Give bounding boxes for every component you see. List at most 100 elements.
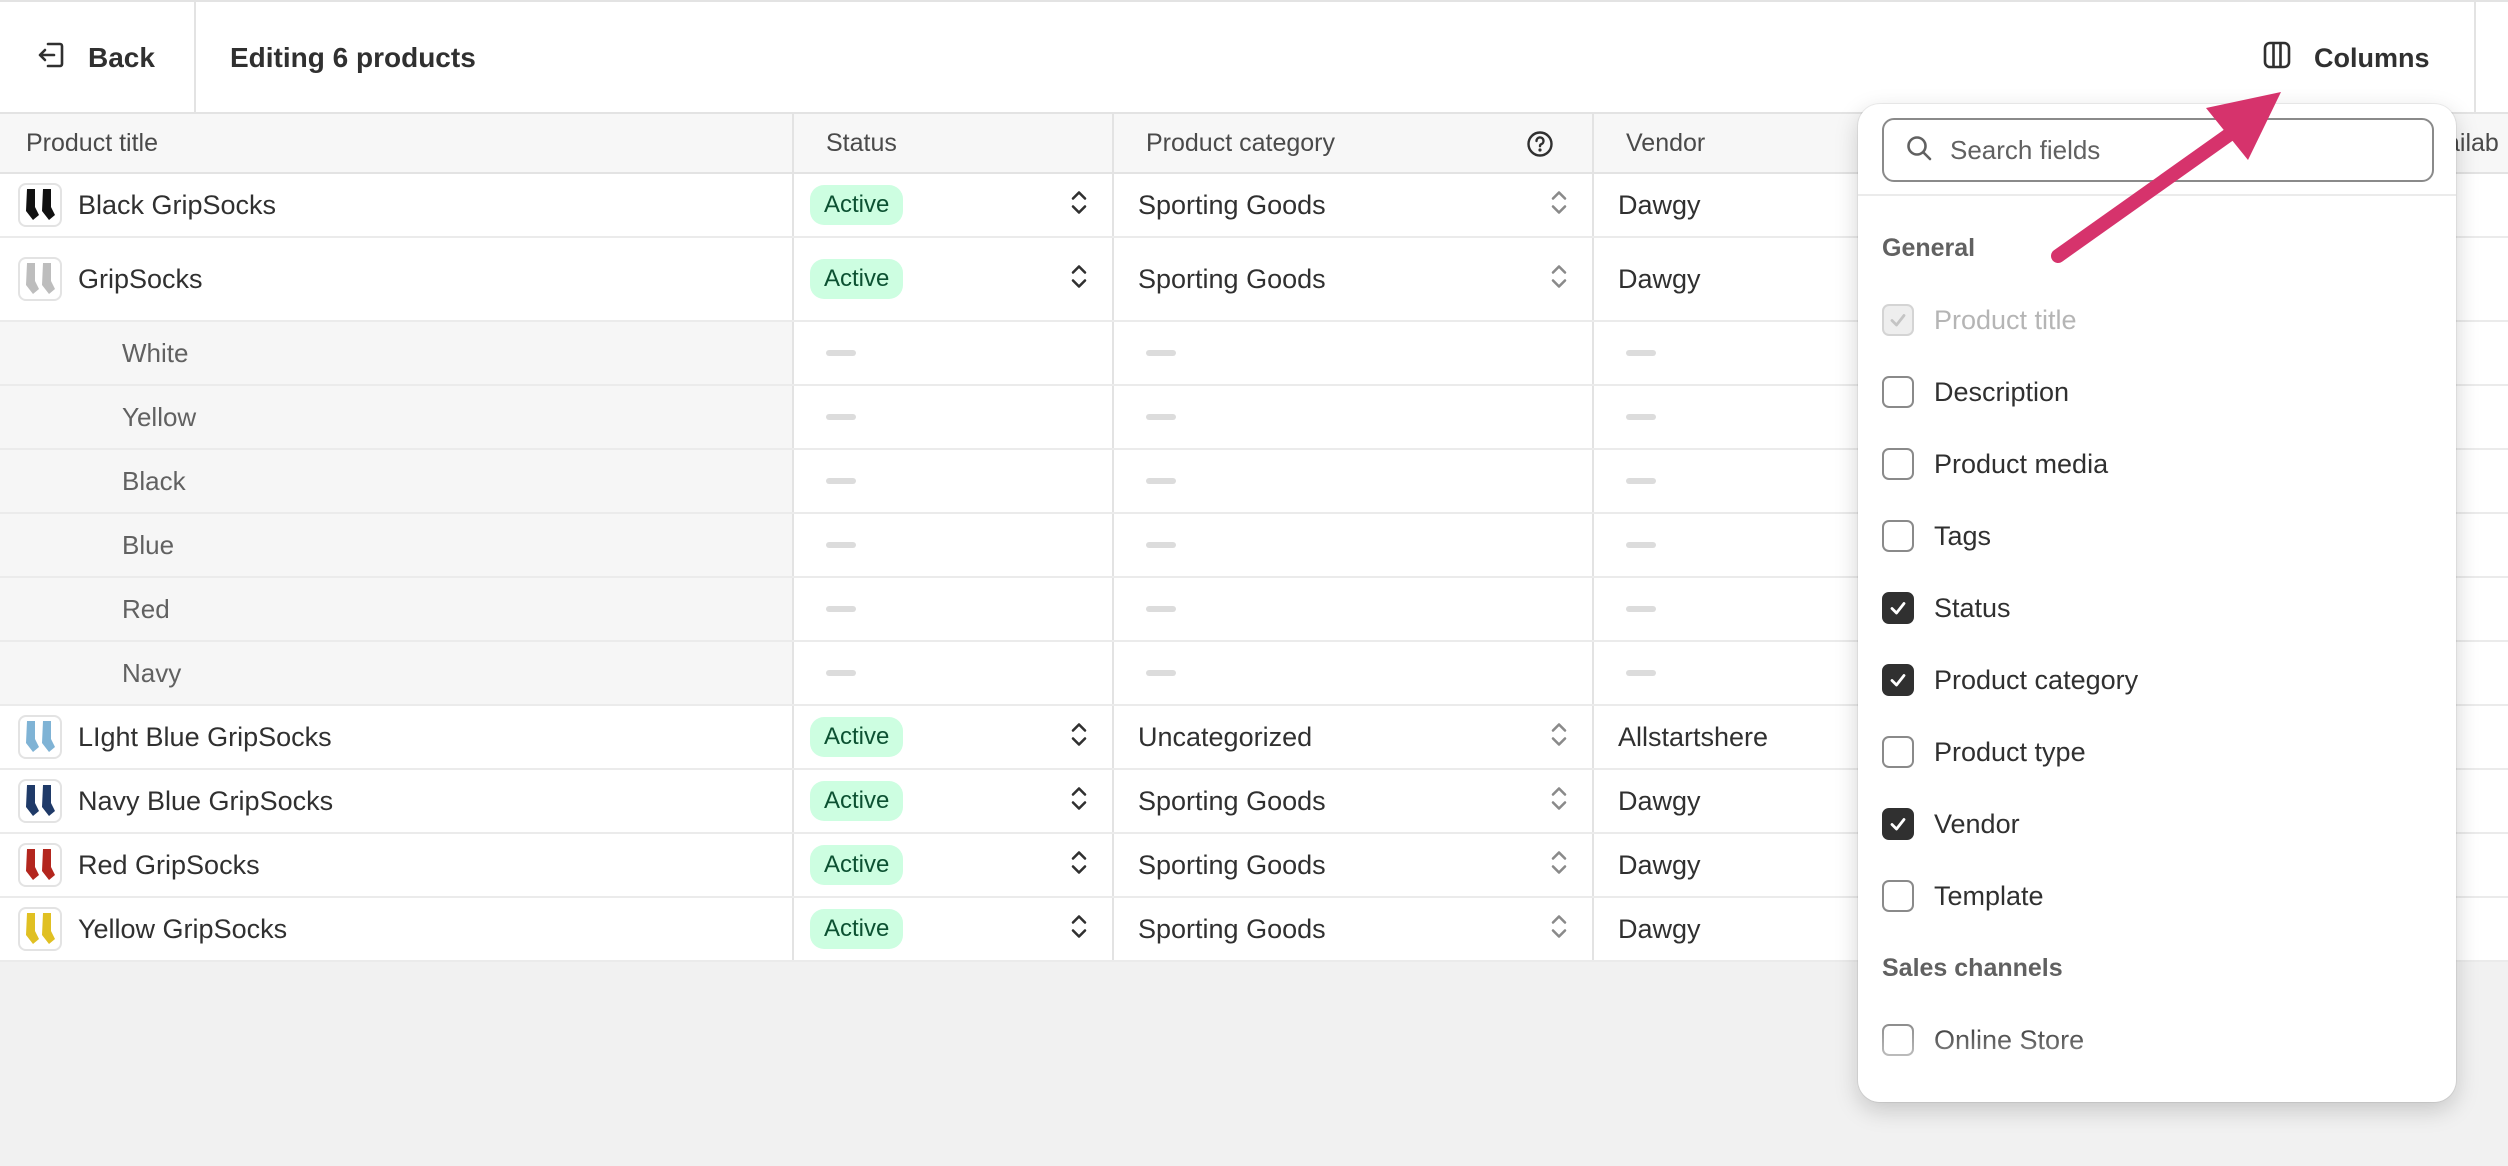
empty-dash: [1626, 606, 1656, 612]
cell-variant-title[interactable]: Black: [0, 450, 794, 512]
cell-status[interactable]: Active: [794, 770, 1114, 832]
back-button[interactable]: Back: [0, 2, 196, 114]
empty-dash: [1626, 414, 1656, 420]
cell-variant-title[interactable]: Yellow: [0, 386, 794, 448]
field-option-vendor[interactable]: Vendor: [1882, 804, 2020, 844]
cell-product-category[interactable]: Sporting Goods: [1114, 238, 1594, 320]
field-label: Product title: [1934, 304, 2077, 335]
category-value: Sporting Goods: [1138, 263, 1326, 294]
checkbox[interactable]: [1882, 808, 1914, 840]
help-icon[interactable]: [1526, 130, 1554, 163]
vendor-value: Dawgy: [1618, 849, 1701, 880]
empty-dash: [1146, 478, 1176, 484]
field-option-product-category[interactable]: Product category: [1882, 660, 2138, 700]
select-stepper-icon[interactable]: [1070, 784, 1088, 819]
vendor-value: Dawgy: [1618, 189, 1701, 220]
back-label: Back: [88, 42, 155, 73]
cell-variant-title[interactable]: White: [0, 322, 794, 384]
cell-status[interactable]: Active: [794, 706, 1114, 768]
select-stepper-icon[interactable]: [1550, 188, 1568, 223]
cell-product-category[interactable]: Sporting Goods: [1114, 174, 1594, 236]
column-header-status[interactable]: Status: [794, 114, 1114, 172]
empty-dash: [1626, 542, 1656, 548]
select-stepper-icon[interactable]: [1070, 848, 1088, 883]
select-stepper-icon[interactable]: [1550, 912, 1568, 947]
cell-category-empty: [1114, 450, 1594, 512]
cell-product-category[interactable]: Sporting Goods: [1114, 770, 1594, 832]
category-value: Uncategorized: [1138, 721, 1313, 752]
top-bar: Back Editing 6 products Columns: [0, 0, 2508, 114]
cell-status[interactable]: Active: [794, 898, 1114, 960]
variant-title: Yellow: [122, 401, 197, 432]
cell-variant-title[interactable]: Blue: [0, 514, 794, 576]
select-stepper-icon[interactable]: [1070, 262, 1088, 297]
product-thumbnail: [18, 715, 62, 759]
variant-title: Black: [122, 465, 186, 496]
search-fields-input-wrap[interactable]: [1882, 118, 2434, 182]
product-title: Black GripSocks: [78, 189, 277, 220]
cell-product-title[interactable]: Black GripSocks: [0, 174, 794, 236]
field-option-product-type[interactable]: Product type: [1882, 732, 2086, 772]
status-badge: Active: [810, 845, 904, 885]
field-label: Product media: [1934, 448, 2109, 479]
cell-status[interactable]: Active: [794, 238, 1114, 320]
field-option-tags[interactable]: Tags: [1882, 516, 1991, 556]
select-stepper-icon[interactable]: [1550, 848, 1568, 883]
select-stepper-icon[interactable]: [1550, 784, 1568, 819]
cell-category-empty: [1114, 642, 1594, 704]
cell-product-title[interactable]: Yellow GripSocks: [0, 898, 794, 960]
field-option-product-title: Product title: [1882, 300, 2077, 340]
cell-product-category[interactable]: Sporting Goods: [1114, 898, 1594, 960]
product-title: Yellow GripSocks: [78, 913, 288, 944]
cell-status-empty: [794, 450, 1114, 512]
section-sales-channels: Sales channels: [1882, 954, 2063, 982]
column-header-product-title[interactable]: Product title: [0, 114, 794, 172]
cell-status[interactable]: Active: [794, 174, 1114, 236]
cell-status-empty: [794, 642, 1114, 704]
cell-variant-title[interactable]: Navy: [0, 642, 794, 704]
vendor-value: Dawgy: [1618, 785, 1701, 816]
search-fields-input[interactable]: [1950, 134, 2390, 166]
columns-button[interactable]: Columns: [2262, 2, 2472, 114]
variant-title: Blue: [122, 529, 175, 560]
select-stepper-icon[interactable]: [1550, 720, 1568, 755]
cell-product-category[interactable]: Sporting Goods: [1114, 834, 1594, 896]
product-title: GripSocks: [78, 263, 203, 294]
column-header-product-category[interactable]: Product category: [1114, 114, 1594, 172]
select-stepper-icon[interactable]: [1070, 188, 1088, 223]
select-stepper-icon[interactable]: [1070, 720, 1088, 755]
search-icon: [1904, 133, 1934, 168]
product-thumbnail: [18, 183, 62, 227]
select-stepper-icon[interactable]: [1550, 262, 1568, 297]
checkbox[interactable]: [1882, 448, 1914, 480]
cell-status-empty: [794, 514, 1114, 576]
checkbox[interactable]: [1882, 592, 1914, 624]
field-option-product-media[interactable]: Product media: [1882, 444, 2108, 484]
cell-product-category[interactable]: Uncategorized: [1114, 706, 1594, 768]
variant-title: Navy: [122, 657, 182, 688]
status-badge: Active: [810, 185, 904, 225]
status-badge: Active: [810, 909, 904, 949]
checkbox[interactable]: [1882, 520, 1914, 552]
empty-dash: [1146, 350, 1176, 356]
empty-dash: [1146, 606, 1176, 612]
cell-product-title[interactable]: LIght Blue GripSocks: [0, 706, 794, 768]
cell-status-empty: [794, 322, 1114, 384]
empty-dash: [826, 670, 856, 676]
checkbox[interactable]: [1882, 880, 1914, 912]
select-stepper-icon[interactable]: [1070, 912, 1088, 947]
checkbox[interactable]: [1882, 376, 1914, 408]
cell-product-title[interactable]: Navy Blue GripSocks: [0, 770, 794, 832]
field-option-template[interactable]: Template: [1882, 876, 2044, 916]
field-option-description[interactable]: Description: [1882, 372, 2069, 412]
cell-product-title[interactable]: Red GripSocks: [0, 834, 794, 896]
checkbox[interactable]: [1882, 664, 1914, 696]
vendor-value: Dawgy: [1618, 263, 1701, 294]
empty-dash: [826, 350, 856, 356]
cell-product-title[interactable]: GripSocks: [0, 238, 794, 320]
cell-status[interactable]: Active: [794, 834, 1114, 896]
field-option-status[interactable]: Status: [1882, 588, 2011, 628]
field-label: Template: [1934, 880, 2044, 911]
cell-variant-title[interactable]: Red: [0, 578, 794, 640]
checkbox[interactable]: [1882, 736, 1914, 768]
